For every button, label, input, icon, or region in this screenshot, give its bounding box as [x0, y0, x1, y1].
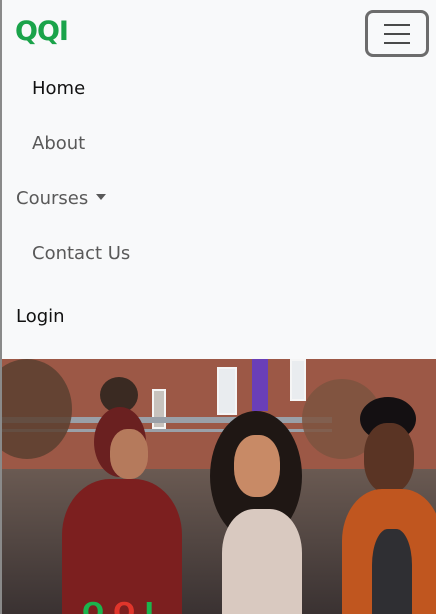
hero-heading-part1: Q	[82, 598, 105, 614]
hero-heading-part3: I	[144, 598, 155, 614]
hero-heading: Q Q I	[82, 598, 154, 614]
nav-link-about[interactable]: About	[32, 135, 85, 153]
nav-link-home[interactable]: Home	[32, 80, 85, 98]
brand-logo-part1: QQ	[15, 16, 60, 47]
nav-link-contact[interactable]: Contact Us	[32, 245, 130, 263]
caret-down-icon	[96, 194, 107, 200]
login-link[interactable]: Login	[16, 308, 65, 326]
nav-dropdown-courses-label: Courses	[16, 188, 89, 209]
hero-banner-image: Q Q I	[0, 359, 436, 614]
hero-heading-part2: Q	[113, 598, 136, 614]
navbar: QQI Home About Courses Contact Us Login	[0, 0, 436, 359]
navbar-toggler-button[interactable]	[365, 10, 429, 57]
brand-logo-part3: I	[58, 16, 69, 47]
nav-dropdown-courses[interactable]: Courses	[16, 188, 107, 209]
hamburger-menu-icon	[384, 23, 410, 44]
brand-logo[interactable]: QQI	[15, 16, 69, 47]
